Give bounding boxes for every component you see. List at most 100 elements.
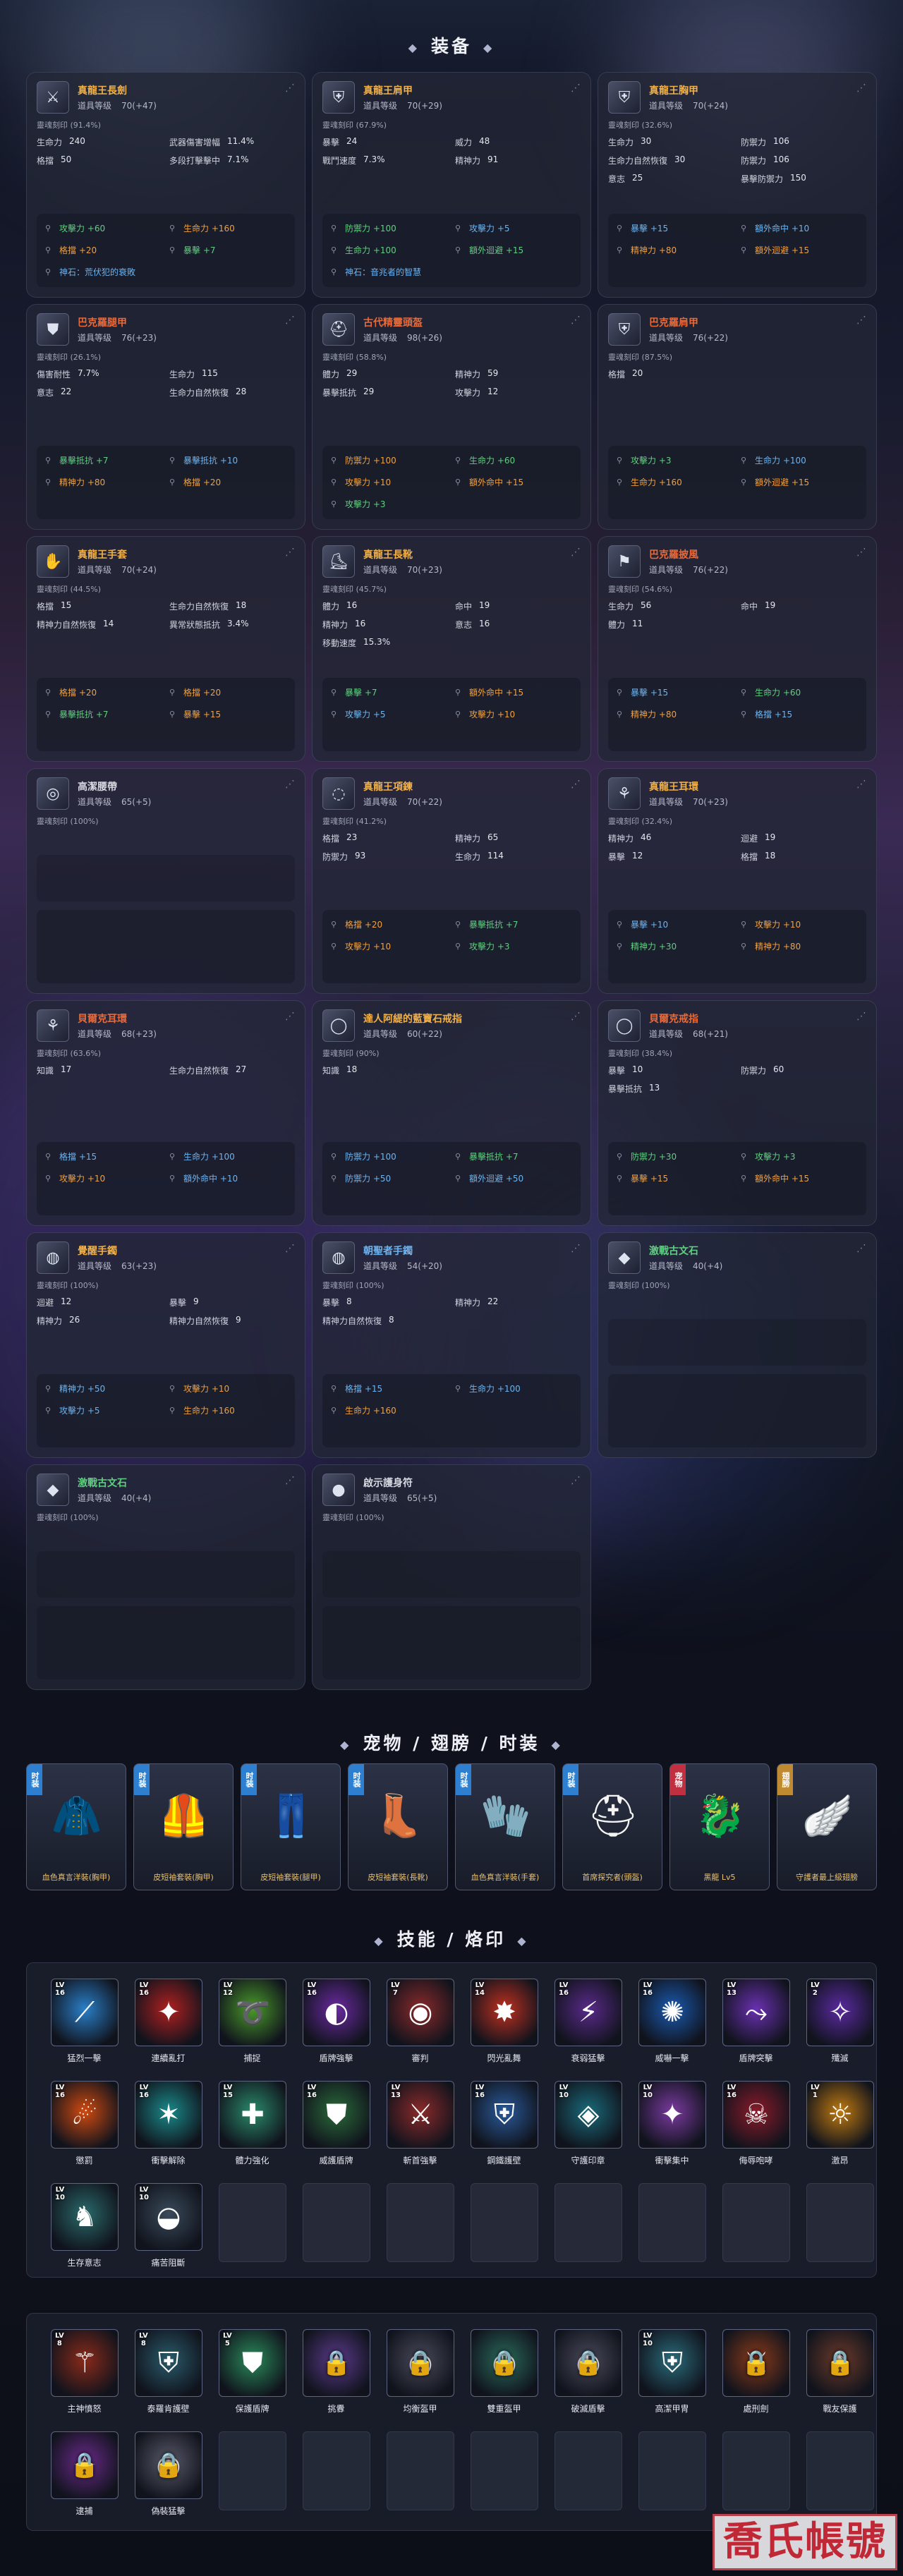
impact-release-icon[interactable]: ✶ LV 16 <box>135 2081 202 2149</box>
more-options-icon[interactable]: ⋰ <box>856 1011 866 1022</box>
skill-slot[interactable]: ☼ LV 1 激昂 <box>799 2081 880 2183</box>
costume-slot[interactable]: 翅膀 🪽 守護者最上級翅膀 <box>777 1763 877 1890</box>
focus-strike-icon[interactable]: ✦ LV 10 <box>638 2081 706 2149</box>
skill-slot[interactable]: ♞ LV 10 生存意志 <box>44 2183 125 2285</box>
skill-slot[interactable]: ⟋ LV 16 猛烈一擊 <box>44 1979 125 2081</box>
skill-slot[interactable]: ✶ LV 16 衝擊解除 <box>128 2081 209 2183</box>
skill-slot[interactable]: ✺ LV 16 威嚇一擊 <box>631 1979 713 2081</box>
more-options-icon[interactable]: ⋰ <box>285 779 295 790</box>
equipment-card[interactable]: ◯ 貝爾克戒指 道具等级 68(+21) ⋰ 靈魂刻印 (38.4%) 暴擊 10 防禦力 60 暴… <box>598 1000 877 1226</box>
equipment-card[interactable]: ◆ 激戰古文石 道具等级 40(+4) ⋰ 靈魂刻印 (100%) <box>598 1232 877 1458</box>
judgement-icon[interactable]: ◉ LV 7 <box>387 1979 454 2046</box>
skill-slot[interactable]: ⛨ LV 8 泰羅肯護壁 <box>128 2329 209 2431</box>
more-options-icon[interactable]: ⋰ <box>856 83 866 94</box>
equipment-card[interactable]: ⛨ 巴克羅肩甲 道具等级 76(+22) ⋰ 靈魂刻印 (87.5%) 格擋 20 ⚲ 攻擊力 +… <box>598 304 877 530</box>
equipment-card[interactable]: ⛊ 巴克羅腿甲 道具等级 76(+23) ⋰ 靈魂刻印 (26.1%) 傷害耐性 7.7% 生命… <box>26 304 305 530</box>
more-options-icon[interactable]: ⋰ <box>285 83 295 94</box>
costume-slot[interactable]: 时装 🧤 血色真言洋裝(手套) <box>455 1763 555 1890</box>
more-options-icon[interactable]: ⋰ <box>571 83 581 94</box>
disguise-strike-icon[interactable]: ◉ 🔒 <box>135 2431 202 2499</box>
skill-slot[interactable]: ◎ 🔒 均衡盔甲 <box>380 2329 461 2431</box>
skill-slot[interactable]: ◐ LV 16 盾牌強擊 <box>296 1979 377 2081</box>
shield-bash-icon[interactable]: ◐ LV 16 <box>303 1979 370 2046</box>
vitality-icon[interactable]: ✚ LV 15 <box>219 2081 286 2149</box>
guard-seal-icon[interactable]: ◈ LV 10 <box>554 2081 622 2149</box>
taunt-icon[interactable]: ☠ LV 16 <box>722 2081 790 2149</box>
skill-slot[interactable]: ⚚ LV 8 主神憤怒 <box>44 2329 125 2431</box>
skill-slot[interactable]: ◐ 🔒 破滅盾擊 <box>547 2329 629 2431</box>
equipment-card[interactable]: ◌ 真龍王項鍊 道具等级 70(+22) ⋰ 靈魂刻印 (41.2%) 格擋 23 精神力 65 防… <box>312 768 591 994</box>
equipment-card[interactable]: ⚔ 真龍王長劍 道具等级 70(+47) ⋰ 靈魂刻印 (91.4%) 生命力 240 武器傷害… <box>26 72 305 298</box>
more-options-icon[interactable]: ⋰ <box>285 1475 295 1486</box>
more-options-icon[interactable]: ⋰ <box>856 779 866 790</box>
arrest-icon[interactable]: ✧ 🔒 <box>51 2431 119 2499</box>
skill-slot[interactable]: ✚ LV 15 體力強化 <box>212 2081 293 2183</box>
more-options-icon[interactable]: ⋰ <box>571 1243 581 1254</box>
punish-icon[interactable]: ☄ LV 16 <box>51 2081 119 2149</box>
skill-slot[interactable]: ☠ LV 16 侮辱咆哮 <box>715 2081 796 2183</box>
noble-armor-icon[interactable]: ⛨ LV 10 <box>638 2329 706 2397</box>
more-options-icon[interactable]: ⋰ <box>285 547 295 558</box>
skill-slot[interactable]: ✦ 🔒 挑釁 <box>296 2329 377 2431</box>
equipment-card[interactable]: ⚘ 真龍王耳環 道具等级 70(+23) ⋰ 靈魂刻印 (32.4%) 精神力 46 迴避 19 暴… <box>598 768 877 994</box>
equipment-card[interactable]: ◍ 覺醒手鐲 道具等级 63(+23) ⋰ 靈魂刻印 (100%) 迴避 12 暴擊 9 精神力 26… <box>26 1232 305 1458</box>
skill-slot[interactable]: ⛊ LV 16 威護盾牌 <box>296 2081 377 2183</box>
more-options-icon[interactable]: ⋰ <box>571 547 581 558</box>
skill-slot[interactable]: ⚔ 🔒 處刑劍 <box>715 2329 796 2431</box>
flash-dance-icon[interactable]: ✸ LV 14 <box>471 1979 538 2046</box>
skill-slot[interactable]: ✸ LV 14 閃光亂舞 <box>463 1979 545 2081</box>
more-options-icon[interactable]: ⋰ <box>856 315 866 326</box>
skill-slot[interactable]: ⚡ LV 16 衰弱猛擊 <box>547 1979 629 2081</box>
equipment-card[interactable]: ◍ 朝聖者手鐲 道具等级 54(+20) ⋰ 靈魂刻印 (100%) 暴擊 8 精神力 22 精神力… <box>312 1232 591 1458</box>
skill-slot[interactable]: ⛨ LV 16 鋼鐵護壁 <box>463 2081 545 2183</box>
more-options-icon[interactable]: ⋰ <box>571 1011 581 1022</box>
costume-slot[interactable]: 时装 👖 皮短袖套裝(腿甲) <box>241 1763 341 1890</box>
more-options-icon[interactable]: ⋰ <box>285 315 295 326</box>
costume-slot[interactable]: 时装 ⛑ 首席探究者(頭盔) <box>562 1763 662 1890</box>
guard-shield-icon[interactable]: ⛊ LV 16 <box>303 2081 370 2149</box>
equipment-card[interactable]: ⚑ 巴克羅披風 道具等级 76(+22) ⋰ 靈魂刻印 (54.6%) 生命力 56 命中 19 體… <box>598 536 877 762</box>
more-options-icon[interactable]: ⋰ <box>571 1475 581 1486</box>
capture-icon[interactable]: ➰ LV 12 <box>219 1979 286 2046</box>
double-armor-icon[interactable]: ◍ 🔒 <box>471 2329 538 2397</box>
equipment-card[interactable]: ◆ 激戰古文石 道具等级 40(+4) ⋰ 靈魂刻印 (100%) <box>26 1464 305 1690</box>
multi-strike-icon[interactable]: ✦ LV 16 <box>135 1979 202 2046</box>
skill-slot[interactable]: ✧ LV 2 殲滅 <box>799 1979 880 2081</box>
skill-slot[interactable]: ✦ LV 16 連續亂打 <box>128 1979 209 2081</box>
more-options-icon[interactable]: ⋰ <box>571 315 581 326</box>
skill-slot[interactable]: ⚔ LV 13 斬首強擊 <box>380 2081 461 2183</box>
god-wrath-icon[interactable]: ⚚ LV 8 <box>51 2329 119 2397</box>
equipment-card[interactable]: ● 啟示護身符 道具等级 65(+5) ⋰ 靈魂刻印 (100%) <box>312 1464 591 1690</box>
skill-slot[interactable]: ♞ 🔒 戰友保護 <box>799 2329 880 2431</box>
skill-slot[interactable]: ⤳ LV 13 盾牌突擊 <box>715 1979 796 2081</box>
skill-slot[interactable]: ☄ LV 16 懲罰 <box>44 2081 125 2183</box>
skill-slot[interactable]: ◉ 🔒 偽裝猛擊 <box>128 2431 209 2534</box>
more-options-icon[interactable]: ⋰ <box>856 1243 866 1254</box>
ally-protect-icon[interactable]: ♞ 🔒 <box>806 2329 874 2397</box>
protect-shield-icon[interactable]: ⛊ LV 5 <box>219 2329 286 2397</box>
equipment-card[interactable]: ⚘ 貝爾克耳環 道具等级 68(+23) ⋰ 靈魂刻印 (63.6%) 知識 17 生命力自然恢… <box>26 1000 305 1226</box>
costume-slot[interactable]: 时装 🦺 皮短袖套裝(胸甲) <box>133 1763 234 1890</box>
costume-slot[interactable]: 时装 🧥 血色真言洋裝(胸甲) <box>26 1763 126 1890</box>
skill-slot[interactable]: ➰ LV 12 捕捉 <box>212 1979 293 2081</box>
costume-slot[interactable]: 时装 👢 皮短袖套裝(長靴) <box>348 1763 448 1890</box>
costume-slot[interactable]: 宠物 🐉 黑龍 Lv5 <box>669 1763 770 1890</box>
ruin-shield-icon[interactable]: ◐ 🔒 <box>554 2329 622 2397</box>
skill-slot[interactable]: ◈ LV 10 守護印章 <box>547 2081 629 2183</box>
equipment-card[interactable]: ⛸ 真龍王長靴 道具等级 70(+23) ⋰ 靈魂刻印 (45.7%) 體力 16 命中 19 精神… <box>312 536 591 762</box>
equipment-card[interactable]: ◯ 達人阿緹的藍寶石戒指 道具等级 60(+22) ⋰ 靈魂刻印 (90%) 知識 18 ⚲ 防禦… <box>312 1000 591 1226</box>
skill-slot[interactable]: ⛨ LV 10 高潔甲冑 <box>631 2329 713 2431</box>
balance-armor-icon[interactable]: ◎ 🔒 <box>387 2329 454 2397</box>
skill-slot[interactable]: ✧ 🔒 逮捕 <box>44 2431 125 2534</box>
protective-wall-icon[interactable]: ⛨ LV 8 <box>135 2329 202 2397</box>
more-options-icon[interactable]: ⋰ <box>571 779 581 790</box>
intimidate-icon[interactable]: ✺ LV 16 <box>638 1979 706 2046</box>
annihilate-icon[interactable]: ✧ LV 2 <box>806 1979 874 2046</box>
iron-wall-icon[interactable]: ⛨ LV 16 <box>471 2081 538 2149</box>
more-options-icon[interactable]: ⋰ <box>856 547 866 558</box>
more-options-icon[interactable]: ⋰ <box>285 1243 295 1254</box>
provoke-icon[interactable]: ✦ 🔒 <box>303 2329 370 2397</box>
skill-slot[interactable]: ⛊ LV 5 保護盾牌 <box>212 2329 293 2431</box>
equipment-card[interactable]: ◎ 高潔腰帶 道具等级 65(+5) ⋰ 靈魂刻印 (100%) <box>26 768 305 994</box>
equipment-card[interactable]: ⛨ 真龍王肩甲 道具等级 70(+29) ⋰ 靈魂刻印 (67.9%) 暴擊 24 威力 48 戰鬥… <box>312 72 591 298</box>
